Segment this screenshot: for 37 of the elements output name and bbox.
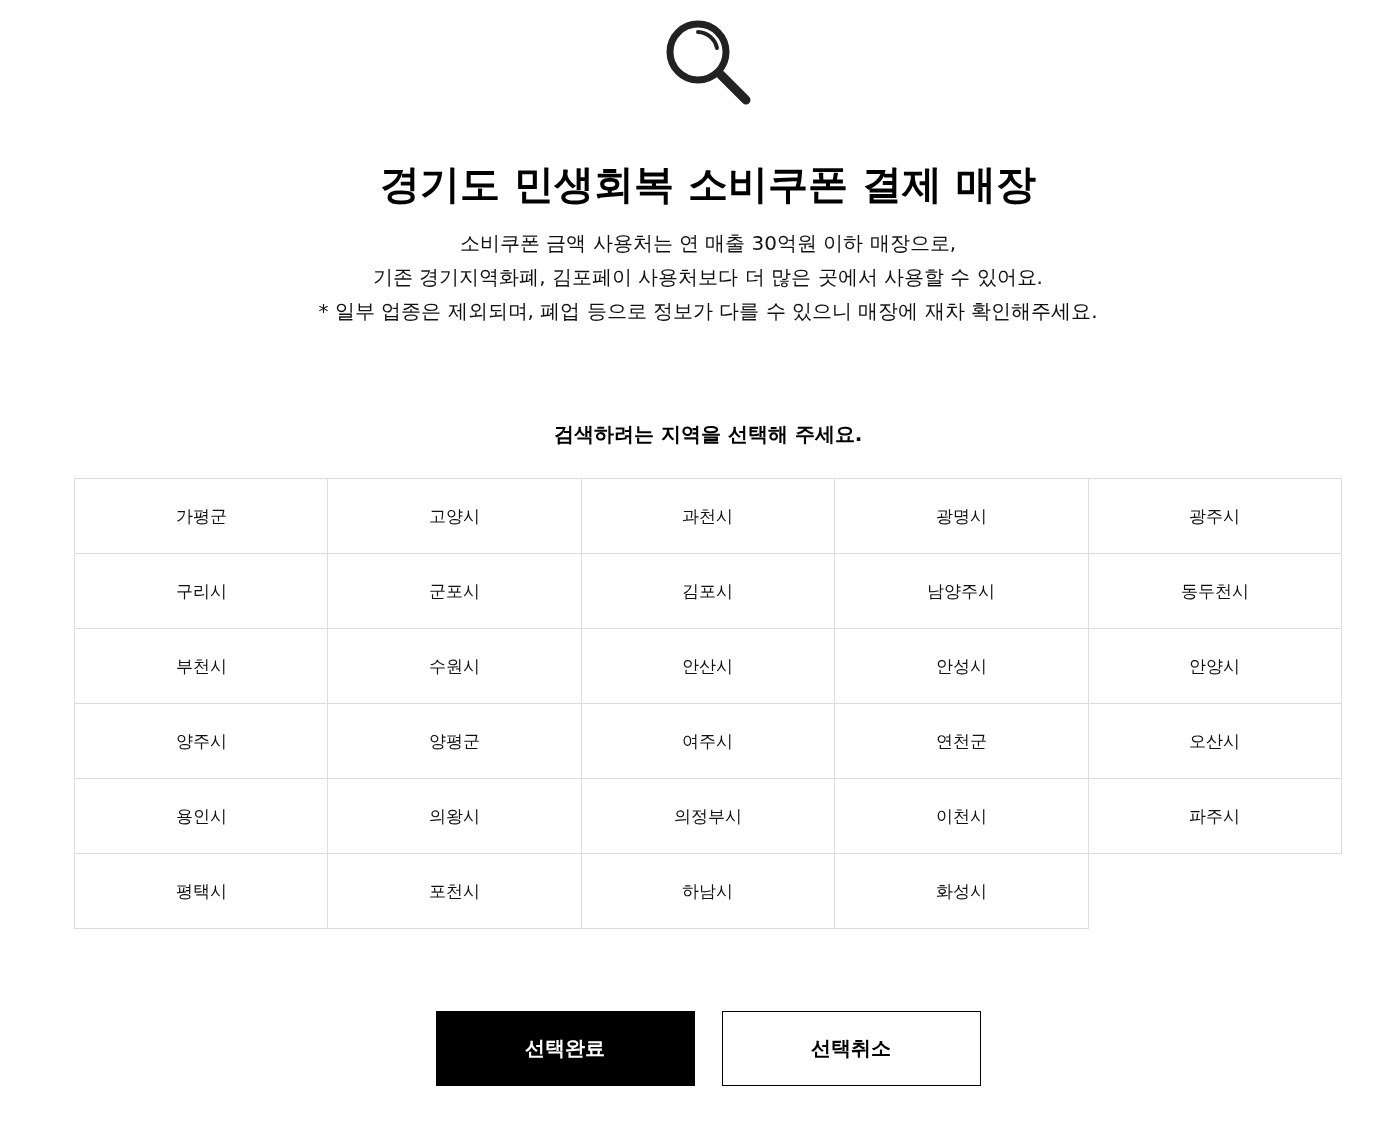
region-option[interactable]: 포천시 (328, 854, 582, 929)
region-option[interactable]: 군포시 (328, 554, 582, 629)
description-line: 소비쿠폰 금액 사용처는 연 매출 30억원 이하 매장으로, (459, 230, 957, 257)
region-option[interactable]: 이천시 (835, 779, 1089, 854)
region-option[interactable]: 파주시 (1088, 779, 1342, 854)
page-title: 경기도 민생회복 소비쿠폰 결제 매장 (380, 160, 1036, 209)
confirm-button[interactable]: 선택완료 (435, 1011, 695, 1086)
region-option[interactable]: 양주시 (75, 704, 329, 779)
region-option[interactable]: 양평군 (328, 704, 582, 779)
region-option[interactable]: 평택시 (75, 854, 329, 929)
region-option[interactable]: 구리시 (75, 554, 329, 629)
region-option[interactable]: 안양시 (1088, 629, 1342, 704)
region-option[interactable]: 안성시 (835, 629, 1089, 704)
region-option[interactable]: 용인시 (75, 779, 329, 854)
region-option[interactable]: 여주시 (581, 704, 836, 779)
region-option[interactable]: 안산시 (581, 629, 836, 704)
region-option[interactable]: 의정부시 (581, 779, 836, 854)
region-option[interactable]: 광명시 (835, 479, 1089, 554)
region-option[interactable]: 연천군 (835, 704, 1089, 779)
region-option[interactable]: 부천시 (75, 629, 329, 704)
region-option[interactable]: 남양주시 (835, 554, 1089, 629)
region-option[interactable]: 고양시 (328, 479, 582, 554)
region-option[interactable]: 과천시 (581, 479, 836, 554)
region-option[interactable]: 화성시 (835, 854, 1089, 929)
region-option[interactable]: 수원시 (328, 629, 582, 704)
region-option[interactable]: 의왕시 (328, 779, 582, 854)
region-option[interactable]: 동두천시 (1088, 554, 1342, 629)
description-line: 기존 경기지역화폐, 김포페이 사용처보다 더 많은 곳에서 사용할 수 있어요. (373, 264, 1043, 291)
region-option[interactable]: 광주시 (1088, 479, 1342, 554)
description-line: * 일부 업종은 제외되며, 폐업 등으로 정보가 다를 수 있으니 매장에 재차 확인해주세요. (318, 298, 1098, 325)
cancel-button[interactable]: 선택취소 (721, 1011, 981, 1086)
region-option[interactable]: 하남시 (581, 854, 836, 929)
region-prompt: 검색하려는 지역을 선택해 주세요. (553, 421, 863, 448)
search-icon (664, 18, 752, 106)
region-option[interactable]: 오산시 (1088, 704, 1342, 779)
region-option[interactable]: 김포시 (581, 554, 836, 629)
region-option[interactable]: 가평군 (75, 479, 329, 554)
